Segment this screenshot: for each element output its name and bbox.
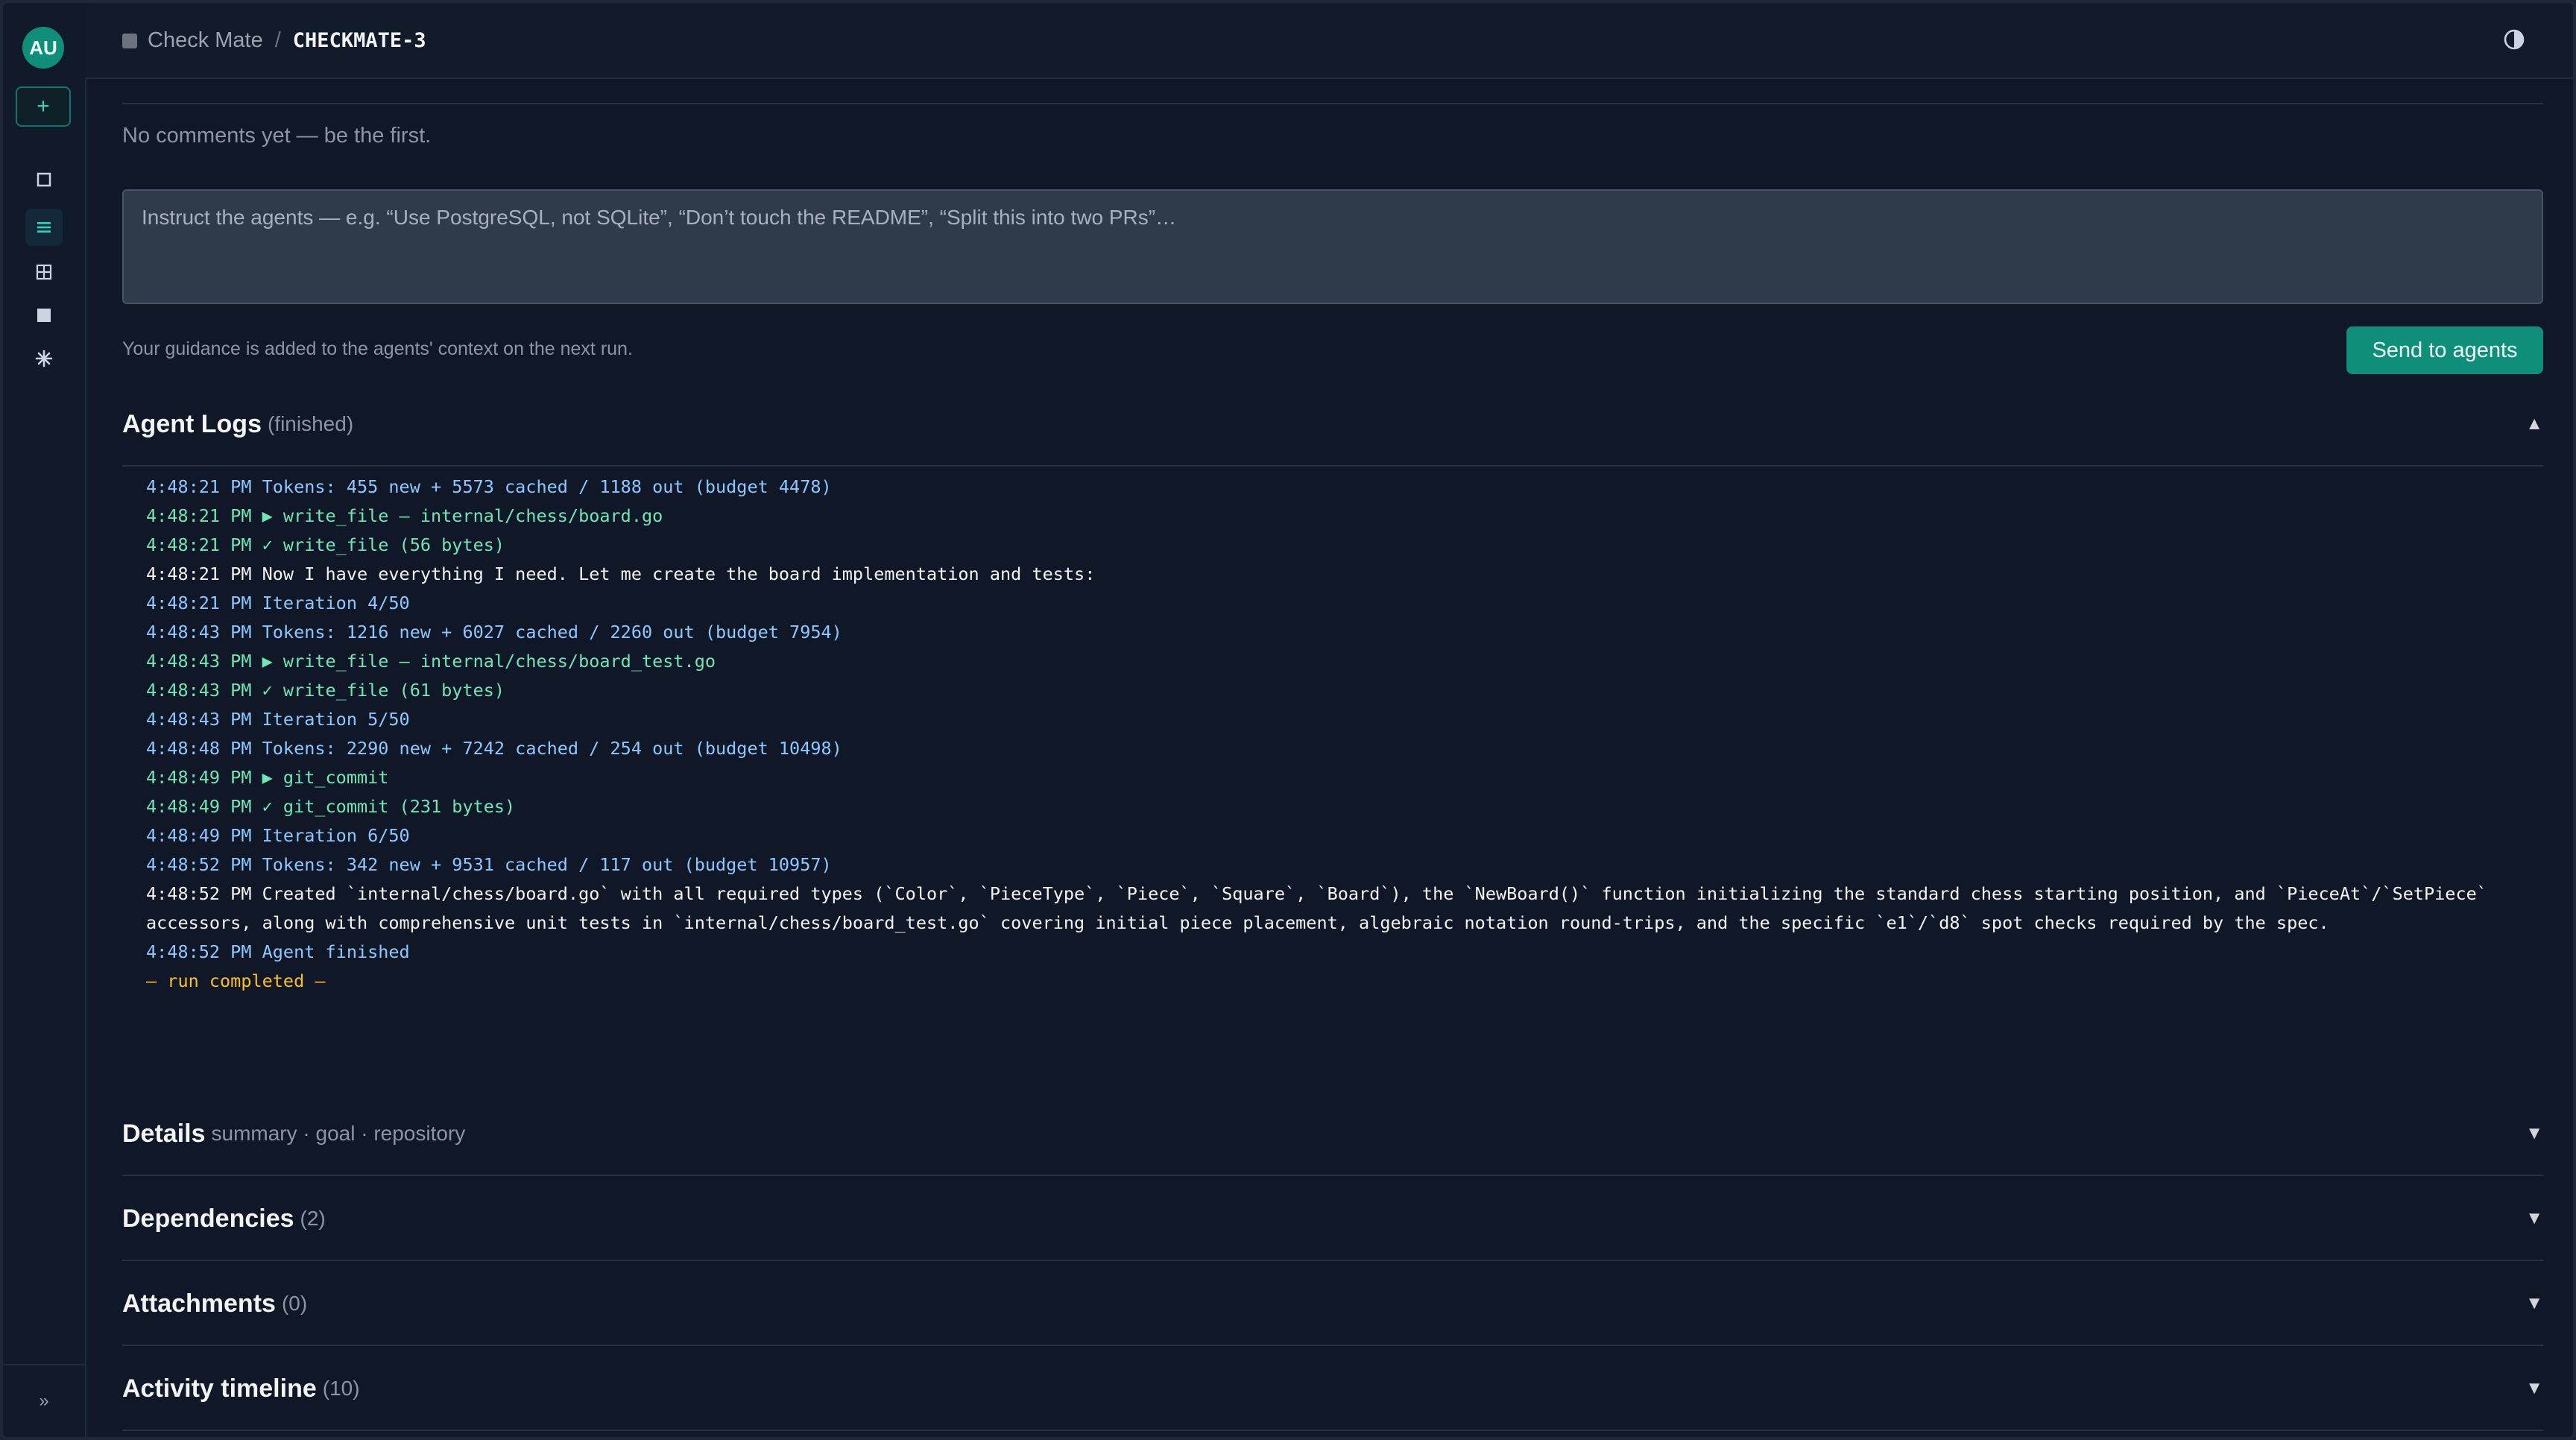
log-line: 4:48:49 PM ▶ git_commit (146, 767, 389, 788)
expand-caret-icon[interactable]: ▼ (2525, 1293, 2543, 1314)
new-item-button[interactable]: + (16, 86, 71, 127)
log-line: 4:48:49 PM Iteration 6/50 (146, 825, 410, 846)
agent-logs-status: (finished) (267, 412, 354, 435)
agent-logs-title: Agent Logs (122, 409, 262, 438)
sidebar: AU + » (3, 3, 86, 1437)
grid-icon[interactable] (25, 253, 63, 291)
log-line: 4:48:43 PM ▶ write_file — internal/chess… (146, 651, 716, 672)
list-icon[interactable] (25, 209, 63, 246)
log-line: 4:48:52 PM Agent finished (146, 941, 410, 962)
log-line: 4:48:21 PM ▶ write_file — internal/chess… (146, 505, 663, 526)
comments-empty-text: No comments yet — be the first. (122, 124, 432, 148)
avatar[interactable]: AU (22, 27, 64, 69)
top-bar: Check Mate / CHECKMATE-3 (85, 3, 2573, 79)
dependencies-count: (2) (300, 1207, 326, 1230)
details-title: Details (122, 1119, 206, 1148)
expand-caret-icon[interactable]: ▼ (2525, 1378, 2543, 1399)
attachments-title: Attachments (122, 1289, 276, 1318)
log-line: 4:48:21 PM ✓ write_file (56 bytes) (146, 534, 505, 555)
board-icon[interactable] (25, 297, 63, 334)
log-line: 4:48:21 PM Tokens: 455 new + 5573 cached… (146, 476, 832, 497)
breadcrumb-project[interactable]: Check Mate (148, 28, 263, 53)
attachments-section-header[interactable]: Attachments (0) ▼ (122, 1263, 2543, 1346)
activity-section-header[interactable]: Activity timeline (10) ▼ (122, 1348, 2543, 1431)
log-line: 4:48:48 PM Tokens: 2290 new + 7242 cache… (146, 738, 842, 759)
expand-sidebar-button[interactable]: » (3, 1364, 85, 1437)
activity-title: Activity timeline (122, 1374, 317, 1403)
log-line: 4:48:52 PM Tokens: 342 new + 9531 cached… (146, 854, 832, 875)
log-line: — run completed — (146, 970, 326, 991)
activity-count: (10) (322, 1377, 360, 1400)
details-section-header[interactable]: Details summary · goal · repository ▼ (122, 1093, 2543, 1176)
log-line: 4:48:43 PM Tokens: 1216 new + 6027 cache… (146, 622, 842, 642)
log-line: 4:48:49 PM ✓ git_commit (231 bytes) (146, 796, 516, 817)
attachments-count: (0) (281, 1292, 308, 1315)
details-subtitle: summary · goal · repository (211, 1122, 466, 1145)
agent-logs-header[interactable]: Agent Logs (finished) ▲ (122, 383, 2543, 467)
expand-caret-icon[interactable]: ▼ (2525, 1123, 2543, 1144)
breadcrumb-separator: / (274, 28, 281, 52)
dependencies-title: Dependencies (122, 1204, 294, 1233)
square-icon[interactable] (25, 161, 63, 198)
log-line: 4:48:52 PM Created `internal/chess/board… (146, 883, 2498, 933)
guidance-note: Your guidance is added to the agents' co… (122, 338, 633, 359)
breadcrumb-issue-key: CHECKMATE-3 (292, 29, 426, 52)
agent-log-output: 4:48:21 PM Tokens: 455 new + 5573 cached… (146, 473, 2531, 996)
log-line: 4:48:21 PM Now I have everything I need.… (146, 563, 1096, 584)
expand-caret-icon[interactable]: ▼ (2525, 1208, 2543, 1229)
log-line: 4:48:21 PM Iteration 4/50 (146, 593, 410, 613)
dependencies-section-header[interactable]: Dependencies (2) ▼ (122, 1178, 2543, 1261)
send-to-agents-button[interactable]: Send to agents (2346, 326, 2543, 374)
guidance-input[interactable] (122, 189, 2543, 304)
app-window: AU + » Check Mate / CHECKMATE-3 No comme… (0, 0, 2576, 1440)
breadcrumb: Check Mate / CHECKMATE-3 (122, 28, 426, 53)
divider (122, 103, 2543, 104)
log-line: 4:48:43 PM ✓ write_file (61 bytes) (146, 680, 505, 701)
sparkle-icon[interactable] (25, 340, 63, 377)
log-line: 4:48:43 PM Iteration 5/50 (146, 709, 410, 730)
project-icon (122, 33, 137, 48)
collapse-caret-icon[interactable]: ▲ (2525, 414, 2543, 435)
theme-toggle-icon[interactable] (2503, 28, 2525, 51)
